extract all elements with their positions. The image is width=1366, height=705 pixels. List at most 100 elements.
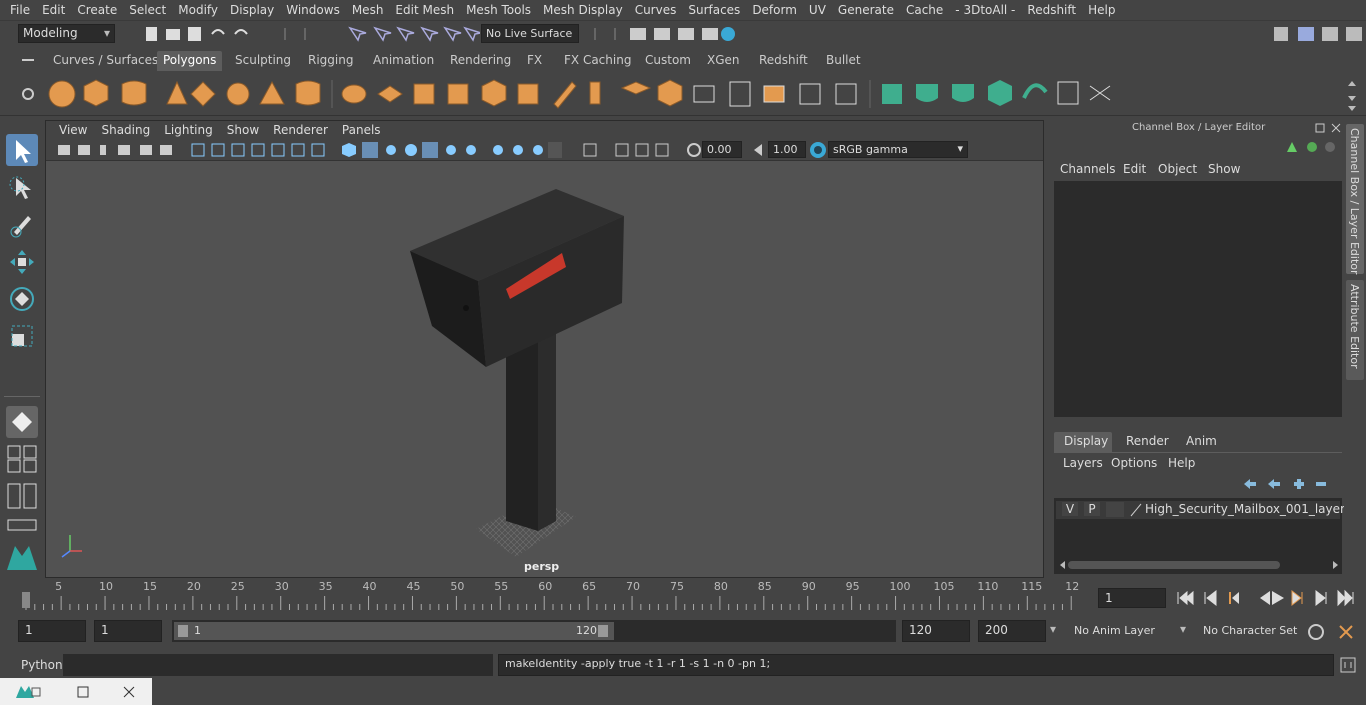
- exposure-field[interactable]: 0.00: [702, 141, 742, 158]
- maya-restore-icon[interactable]: [14, 684, 42, 700]
- layer-visibility-toggle[interactable]: V: [1062, 502, 1078, 516]
- vp-menu-panels[interactable]: Panels: [335, 123, 388, 137]
- anim-layer-dropdown[interactable]: No Anim Layer: [1074, 624, 1155, 637]
- gamma-icon[interactable]: [750, 142, 766, 158]
- tab-attribute-editor[interactable]: Attribute Editor: [1346, 280, 1364, 380]
- layout-icons[interactable]: [1270, 24, 1366, 44]
- menu-curves[interactable]: Curves: [629, 3, 683, 17]
- layer-color-icon[interactable]: [1128, 502, 1144, 518]
- menu-help[interactable]: Help: [1082, 3, 1121, 17]
- range-slider-track[interactable]: 1 120: [172, 620, 896, 642]
- menu-surfaces[interactable]: Surfaces: [682, 3, 746, 17]
- lasso-tool-icon[interactable]: [6, 172, 38, 204]
- menu-file[interactable]: File: [4, 3, 36, 17]
- tab-custom[interactable]: Custom: [639, 51, 697, 71]
- channel-list[interactable]: [1054, 181, 1342, 417]
- menu-windows[interactable]: Windows: [280, 3, 346, 17]
- character-set-dropdown[interactable]: No Character Set: [1203, 624, 1297, 637]
- current-time-marker[interactable]: [22, 592, 30, 608]
- range-start-grip[interactable]: [178, 625, 188, 637]
- menu-create[interactable]: Create: [71, 3, 123, 17]
- start-time-field[interactable]: 1: [18, 620, 86, 642]
- menu-select[interactable]: Select: [123, 3, 172, 17]
- tab-redshift[interactable]: Redshift: [753, 51, 814, 71]
- shelf-menu-icon[interactable]: [20, 54, 36, 66]
- tab-rendering[interactable]: Rendering: [444, 51, 517, 71]
- tab-animation[interactable]: Animation: [367, 51, 440, 71]
- playback-start-field[interactable]: 1: [94, 620, 162, 642]
- scale-tool-icon[interactable]: [6, 320, 38, 352]
- tab-display[interactable]: Display: [1054, 432, 1112, 452]
- menu-mesh[interactable]: Mesh: [346, 3, 390, 17]
- playback-end-field[interactable]: 120: [902, 620, 970, 642]
- vp-menu-lighting[interactable]: Lighting: [157, 123, 220, 137]
- edit-menu[interactable]: Edit: [1123, 162, 1146, 176]
- shelf-tool-icons[interactable]: [46, 76, 1366, 112]
- menu-uv[interactable]: UV: [803, 3, 832, 17]
- gear-icon[interactable]: [20, 86, 36, 102]
- playback-controls[interactable]: [1172, 588, 1362, 608]
- close-icon[interactable]: [122, 685, 136, 699]
- tab-fx-caching[interactable]: FX Caching: [558, 51, 637, 71]
- command-input[interactable]: [63, 654, 493, 676]
- mailbox-model[interactable]: [46, 161, 1043, 577]
- tab-xgen[interactable]: XGen: [701, 51, 746, 71]
- file-and-selection-icons[interactable]: [140, 24, 480, 44]
- script-language-label[interactable]: Python: [21, 658, 63, 672]
- tab-render[interactable]: Render: [1126, 434, 1169, 448]
- channels-menu[interactable]: Channels: [1060, 162, 1116, 176]
- vp-menu-shading[interactable]: Shading: [94, 123, 157, 137]
- auto-key-and-prefs-icons[interactable]: [1306, 622, 1360, 642]
- menu-cache[interactable]: Cache: [900, 3, 949, 17]
- move-tool-icon[interactable]: [6, 246, 38, 278]
- options-menu[interactable]: Options: [1111, 456, 1157, 470]
- menu-edit-mesh[interactable]: Edit Mesh: [389, 3, 460, 17]
- channel-box-icons[interactable]: [1284, 138, 1340, 156]
- maximize-icon[interactable]: [76, 685, 90, 699]
- 3d-scene[interactable]: persp: [46, 161, 1043, 577]
- menu-modify[interactable]: Modify: [172, 3, 224, 17]
- layer-type-toggle[interactable]: [1106, 502, 1124, 517]
- render-icons[interactable]: [590, 24, 740, 44]
- layout-shortcut-icons[interactable]: [6, 444, 38, 544]
- tab-sculpting[interactable]: Sculpting: [229, 51, 297, 71]
- tab-anim[interactable]: Anim: [1186, 434, 1217, 448]
- scroll-arrows-icon[interactable]: [1058, 559, 1340, 571]
- menu-mesh-tools[interactable]: Mesh Tools: [460, 3, 537, 17]
- vp-menu-renderer[interactable]: Renderer: [266, 123, 335, 137]
- menu-redshift[interactable]: Redshift: [1021, 3, 1082, 17]
- menu-display[interactable]: Display: [224, 3, 280, 17]
- menu-deform[interactable]: Deform: [746, 3, 803, 17]
- snap-icon[interactable]: [6, 406, 38, 438]
- menu-3dtoall[interactable]: - 3DtoAll -: [949, 3, 1021, 17]
- chevron-down-icon[interactable]: ▾: [1050, 622, 1056, 636]
- panel-float-close-icons[interactable]: [1314, 122, 1344, 134]
- end-time-field[interactable]: 200: [978, 620, 1046, 642]
- tab-channel-box-layer-editor[interactable]: Channel Box / Layer Editor: [1346, 124, 1364, 275]
- help-menu[interactable]: Help: [1168, 456, 1195, 470]
- time-slider[interactable]: 1510152025303540455055606570758085909510…: [0, 580, 1366, 614]
- current-frame-field[interactable]: 1: [1098, 588, 1166, 608]
- viewport-toolbar-icons[interactable]: [56, 142, 686, 158]
- layers-menu[interactable]: Layers: [1063, 456, 1103, 470]
- tab-curves-surfaces[interactable]: Curves / Surfaces: [47, 51, 164, 71]
- timeline-track[interactable]: 1510152025303540455055606570758085909510…: [18, 580, 1092, 610]
- tab-fx[interactable]: FX: [521, 51, 548, 71]
- exposure-icon[interactable]: [686, 142, 702, 158]
- paint-select-tool-icon[interactable]: [6, 208, 38, 240]
- live-surface-field[interactable]: No Live Surface: [481, 24, 579, 43]
- layer-action-icons[interactable]: [1242, 476, 1334, 492]
- rotate-tool-icon[interactable]: [6, 283, 38, 315]
- tab-polygons[interactable]: Polygons: [157, 51, 223, 71]
- object-menu[interactable]: Object: [1158, 162, 1197, 176]
- range-end-grip[interactable]: [598, 625, 608, 637]
- gamma-field[interactable]: 1.00: [768, 141, 806, 158]
- colorspace-dropdown[interactable]: sRGB gamma ▾: [828, 141, 968, 158]
- layer-playback-toggle[interactable]: P: [1084, 502, 1100, 516]
- menu-mesh-display[interactable]: Mesh Display: [537, 3, 629, 17]
- script-editor-icon[interactable]: [1340, 657, 1356, 673]
- color-management-icon[interactable]: [809, 141, 827, 159]
- select-tool-icon[interactable]: [6, 134, 38, 166]
- shelf-scroll-icon[interactable]: [1344, 76, 1360, 112]
- chevron-down-icon[interactable]: ▾: [1180, 622, 1186, 636]
